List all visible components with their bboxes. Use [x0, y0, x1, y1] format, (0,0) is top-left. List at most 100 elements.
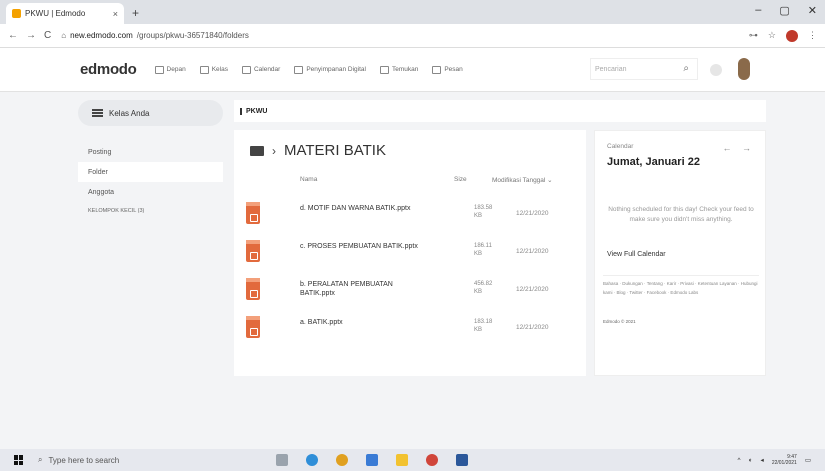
browser-app-icon[interactable] [426, 454, 438, 466]
tray-chevron-icon[interactable]: ^ [738, 457, 741, 464]
view-full-calendar-link[interactable]: View Full Calendar [607, 251, 666, 258]
taskbar-apps [276, 454, 468, 466]
nav-item-messages[interactable]: Pesan [432, 65, 463, 74]
maximize-button[interactable]: ▢ [779, 4, 789, 17]
task-view-icon[interactable] [276, 454, 288, 466]
table-row[interactable]: b. PERALATAN PEMBUATAN BATIK.pptx 456.82… [234, 272, 586, 310]
pptx-file-icon [246, 316, 260, 338]
store-icon[interactable] [366, 454, 378, 466]
nav-label: Temukan [391, 66, 419, 73]
nav-item-calendar[interactable]: Calendar [241, 65, 281, 74]
folder-icon [250, 145, 264, 156]
your-classes-button[interactable]: Kelas Anda [78, 100, 223, 126]
word-icon[interactable] [456, 454, 468, 466]
file-date: 12/21/2020 [516, 324, 549, 331]
divider [603, 275, 759, 276]
nav-label: Penyimpanan Digital [306, 66, 366, 73]
search-icon[interactable]: ⌕ [683, 63, 689, 74]
file-name[interactable]: d. MOTIF DAN WARNA BATIK.pptx [300, 204, 420, 213]
chrome-icon[interactable] [336, 454, 348, 466]
search-placeholder: Pencarian [595, 65, 627, 73]
file-size: 456.82 KB [474, 281, 493, 295]
copyright-text: Edmodo © 2021 [603, 319, 636, 324]
calendar-nav-arrows[interactable]: ← → [722, 143, 755, 153]
edmodo-favicon-icon [12, 9, 21, 18]
key-icon[interactable]: ⊶ [749, 30, 758, 41]
your-classes-label: Kelas Anda [109, 108, 150, 118]
file-explorer-icon[interactable] [396, 454, 408, 466]
windows-start-icon[interactable] [14, 455, 24, 465]
calendar-widget: Calendar ← → Jumat, Januari 22 Nothing s… [594, 130, 766, 376]
hamburger-icon [92, 109, 103, 117]
menu-icon[interactable]: ⋮ [808, 30, 817, 41]
star-icon[interactable]: ☆ [768, 30, 776, 41]
search-icon: ⌕ [38, 455, 43, 464]
url-path: /groups/pkwu-36571840/folders [136, 31, 249, 40]
nav-label: Calendar [253, 66, 281, 73]
file-name[interactable]: b. PERALATAN PEMBUATAN BATIK.pptx [300, 280, 420, 298]
table-header: Nama Size Modifikasi Tanggal ⌄ [234, 176, 586, 188]
edmodo-logo[interactable]: edmodo [80, 61, 137, 78]
taskbar-clock[interactable]: 9:47 22/01/2021 [772, 454, 797, 466]
discover-icon [379, 65, 389, 74]
folder-panel: › MATERI BATIK Nama Size Modifikasi Tang… [234, 130, 586, 376]
sidebar-menu: Posting Folder Anggota KELOMPOK KECIL (3… [78, 142, 223, 220]
close-window-button[interactable]: ✕ [808, 4, 817, 17]
file-size: 186.11 KB [474, 243, 492, 257]
notification-center-icon[interactable]: ▭ [805, 456, 811, 464]
calendar-date: Jumat, Januari 22 [607, 156, 700, 168]
table-row[interactable]: a. BATIK.pptx 183.18 KB 12/21/2020 [234, 310, 586, 348]
close-tab-icon[interactable]: × [113, 9, 118, 19]
home-icon[interactable]: ⌂ [61, 31, 66, 40]
footer-links[interactable]: Bahasa · Dukungan · Tentang · Karir · Pr… [603, 279, 761, 297]
folder-title: MATERI BATIK [284, 142, 386, 159]
file-name[interactable]: c. PROSES PEMBUATAN BATIK.pptx [300, 242, 420, 251]
reload-icon[interactable]: C [44, 30, 51, 41]
breadcrumb-class-name[interactable]: PKWU [240, 107, 267, 115]
chevron-right-icon: › [272, 143, 276, 158]
file-date: 12/21/2020 [516, 286, 549, 293]
sidebar-item-small-groups[interactable]: KELOMPOK KECIL (3) [78, 202, 223, 220]
window-controls: – ▢ ✕ [755, 4, 817, 17]
taskbar-search[interactable]: ⌕ Type here to search [38, 455, 248, 465]
calendar-icon [241, 65, 251, 74]
user-avatar[interactable] [738, 58, 750, 80]
sidebar-item-posts[interactable]: Posting [78, 142, 223, 162]
edmodo-top-navigation: edmodo Depan Kelas Calendar Penyimpanan … [0, 48, 825, 92]
nav-label: Kelas [211, 66, 228, 73]
nav-item-discover[interactable]: Temukan [379, 65, 419, 74]
address-bar: ← → C ⌂ new.edmodo.com/groups/pkwu-36571… [0, 24, 825, 48]
column-name[interactable]: Nama [300, 176, 317, 183]
sidebar-item-folders[interactable]: Folder [78, 162, 223, 182]
search-input[interactable]: Pencarian ⌕ [590, 58, 698, 80]
new-tab-button[interactable]: + [132, 6, 139, 20]
forward-icon[interactable]: → [26, 30, 36, 41]
classes-icon [199, 65, 209, 74]
profile-icon[interactable] [786, 29, 798, 42]
notifications-icon[interactable] [710, 64, 722, 76]
edge-icon[interactable] [306, 454, 318, 466]
clock-date: 22/01/2021 [771, 460, 797, 466]
nav-item-digital-storage[interactable]: Penyimpanan Digital [294, 65, 366, 74]
url-field[interactable]: ⌂ new.edmodo.com/groups/pkwu-36571840/fo… [61, 31, 249, 40]
pptx-file-icon [246, 240, 260, 262]
windows-taskbar: ⌕ Type here to search ^ ◐ ◂ 9:47 22/01/2… [0, 449, 825, 471]
sidebar-item-members[interactable]: Anggota [78, 182, 223, 202]
nav-item-classes[interactable]: Kelas [199, 65, 228, 74]
browser-tab[interactable]: PKWU | Edmodo × [6, 3, 124, 24]
calendar-label: Calendar [607, 143, 634, 150]
column-size[interactable]: Size [454, 176, 467, 183]
table-row[interactable]: c. PROSES PEMBUATAN BATIK.pptx 186.11 KB… [234, 234, 586, 272]
nav-item-home[interactable]: Depan [154, 65, 186, 74]
table-row[interactable]: d. MOTIF DAN WARNA BATIK.pptx 183.58 KB … [234, 196, 586, 234]
back-icon[interactable]: ← [8, 30, 18, 41]
volume-icon[interactable]: ◂ [761, 456, 764, 464]
file-name[interactable]: a. BATIK.pptx [300, 318, 420, 327]
column-modified[interactable]: Modifikasi Tanggal ⌄ [492, 176, 553, 184]
url-host: new.edmodo.com [70, 31, 133, 40]
pptx-file-icon [246, 202, 260, 224]
minimize-button[interactable]: – [755, 4, 761, 17]
file-date: 12/21/2020 [516, 248, 549, 255]
tab-title: PKWU | Edmodo [25, 9, 86, 18]
network-icon[interactable]: ◐ [749, 457, 753, 464]
